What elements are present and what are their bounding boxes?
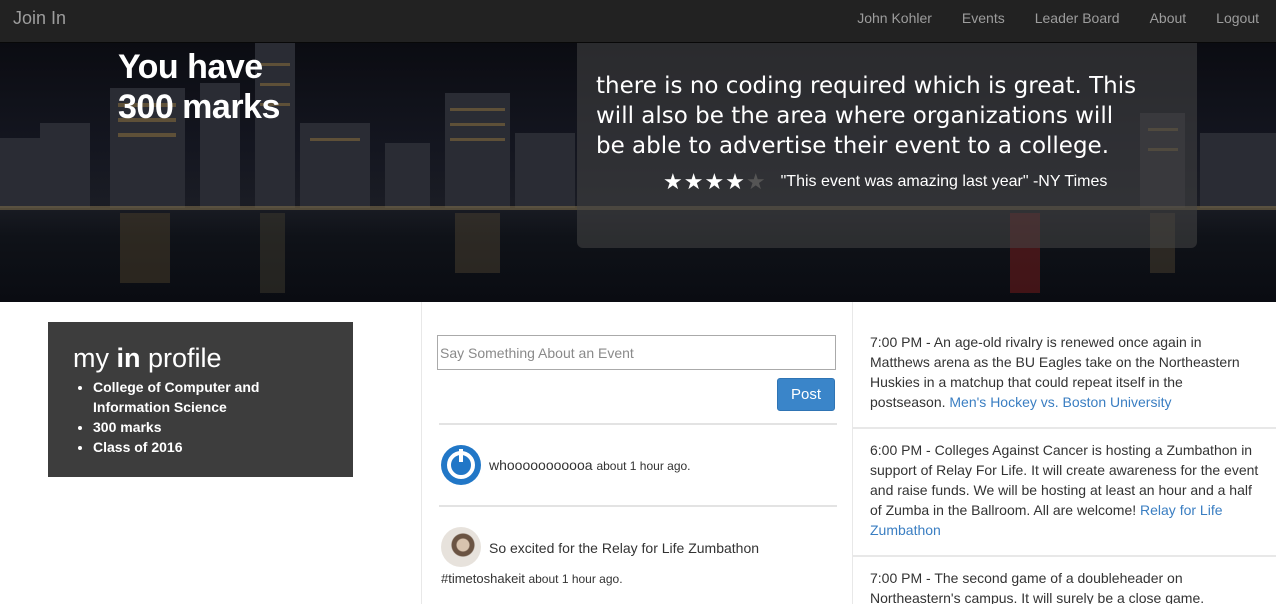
nav-user-link[interactable]: John Kohler bbox=[857, 0, 932, 36]
nav-leaderboard-link[interactable]: Leader Board bbox=[1035, 0, 1120, 36]
star-rating: ★★★★★ bbox=[663, 169, 767, 195]
feed-divider bbox=[439, 423, 837, 425]
event-item: 7:00 PM - An age-old rivalry is renewed … bbox=[870, 332, 1260, 412]
column-divider-right bbox=[852, 302, 853, 604]
star-empty-icon: ★ bbox=[745, 169, 767, 194]
post-username[interactable]: whooooooooooa bbox=[489, 457, 593, 473]
profile-title-my: my bbox=[73, 343, 109, 373]
event-link[interactable]: Men's Hockey vs. Boston University bbox=[949, 394, 1171, 410]
profile-college: College of Computer and Information Scie… bbox=[93, 377, 333, 417]
review-quote: "This event was amazing last year" -NY T… bbox=[780, 173, 1108, 190]
power-logo-icon bbox=[447, 449, 475, 479]
profile-title: my in profile bbox=[73, 342, 333, 374]
profile-list: College of Computer and Information Scie… bbox=[73, 377, 333, 457]
avatar[interactable] bbox=[441, 527, 481, 567]
post-footer: #timetoshakeit about 1 hour ago. bbox=[441, 571, 623, 586]
profile-class: Class of 2016 bbox=[93, 437, 333, 457]
nav-logout-link[interactable]: Logout bbox=[1216, 0, 1259, 36]
feed-post: So excited for the Relay for Life Zumbat… bbox=[441, 527, 836, 587]
feed-post: whooooooooooa about 1 hour ago. bbox=[441, 445, 836, 490]
profile-card: my in profile College of Computer and In… bbox=[48, 322, 353, 477]
brand-link[interactable]: Join In bbox=[13, 0, 66, 36]
column-divider-left bbox=[421, 302, 422, 604]
nav-events-link[interactable]: Events bbox=[962, 0, 1005, 36]
profile-title-in: in bbox=[116, 343, 141, 373]
quote-line-3: be able to advertise their event to a co… bbox=[596, 133, 1110, 159]
profile-marks: 300 marks bbox=[93, 417, 333, 437]
quote-line-2: will also be the area where organization… bbox=[596, 103, 1114, 129]
post-button[interactable]: Post bbox=[777, 378, 835, 411]
quote-text: there is no coding required which is gre… bbox=[596, 43, 1176, 161]
navbar: Join In John Kohler Events Leader Board … bbox=[0, 0, 1276, 43]
post-header: whooooooooooa about 1 hour ago. bbox=[489, 457, 691, 473]
nav-about-link[interactable]: About bbox=[1150, 0, 1187, 36]
post-timestamp: about 1 hour ago. bbox=[528, 572, 623, 586]
quote-line-1: there is no coding required which is gre… bbox=[596, 73, 1137, 99]
post-hashtag: #timetoshakeit bbox=[441, 571, 525, 586]
review-row: ★★★★★ "This event was amazing last year"… bbox=[663, 169, 1107, 195]
marks-heading: You have 300 marks bbox=[118, 47, 280, 127]
nav-links: John Kohler Events Leader Board About Lo… bbox=[827, 0, 1259, 36]
feed-divider bbox=[439, 505, 837, 507]
marks-line-1: You have bbox=[118, 48, 263, 86]
post-body: So excited for the Relay for Life Zumbat… bbox=[489, 540, 760, 556]
event-item: 7:00 PM - The second game of a doublehea… bbox=[870, 568, 1260, 604]
star-filled-icons: ★★★★ bbox=[663, 169, 746, 194]
hero-banner: You have 300 marks there is no coding re… bbox=[0, 43, 1276, 302]
event-description: 7:00 PM - The second game of a doublehea… bbox=[870, 570, 1205, 604]
marks-line-2: 300 marks bbox=[118, 88, 280, 126]
event-divider bbox=[853, 555, 1276, 557]
post-timestamp: about 1 hour ago. bbox=[596, 459, 691, 473]
profile-title-profile: profile bbox=[148, 343, 222, 373]
status-input[interactable] bbox=[437, 335, 836, 370]
event-divider bbox=[853, 427, 1276, 429]
avatar[interactable] bbox=[441, 445, 481, 485]
event-item: 6:00 PM - Colleges Against Cancer is hos… bbox=[870, 440, 1260, 540]
